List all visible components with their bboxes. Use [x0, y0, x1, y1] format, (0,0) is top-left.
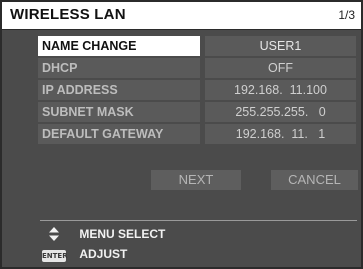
next-button[interactable]: NEXT [151, 170, 241, 190]
setting-label: DHCP [38, 58, 200, 78]
page-indicator: 1/3 [338, 8, 355, 22]
wireless-lan-menu: WIRELESS LAN 1/3 NAME CHANGE USER1 DHCP … [0, 0, 363, 269]
setting-row-name-change[interactable]: NAME CHANGE USER1 [38, 36, 356, 56]
menu-title: WIRELESS LAN [10, 6, 126, 23]
setting-row-default-gateway[interactable]: DEFAULT GATEWAY 192.168. 11. 1 [38, 124, 356, 144]
hint-adjust: ENTER ADJUST [42, 245, 128, 262]
title-bar: WIRELESS LAN 1/3 [2, 2, 361, 30]
hint-menu-select: MENU SELECT [42, 225, 165, 241]
setting-value[interactable]: 255.255.255. 0 [205, 102, 356, 122]
updown-arrows-icon [42, 226, 66, 242]
cancel-button[interactable]: CANCEL [271, 170, 358, 190]
hint-menu-select-label: MENU SELECT [79, 226, 166, 241]
setting-label: SUBNET MASK [38, 102, 200, 122]
setting-value[interactable]: USER1 [205, 36, 356, 56]
setting-row-dhcp[interactable]: DHCP OFF [38, 58, 356, 78]
setting-value[interactable]: 192.168. 11. 1 [205, 124, 356, 144]
setting-value[interactable]: 192.168. 11.100 [205, 80, 356, 100]
setting-row-subnet-mask[interactable]: SUBNET MASK 255.255.255. 0 [38, 102, 356, 122]
divider [40, 220, 357, 221]
setting-label: DEFAULT GATEWAY [38, 124, 200, 144]
setting-label: IP ADDRESS [38, 80, 200, 100]
setting-value[interactable]: OFF [205, 58, 356, 78]
enter-key-icon: ENTER [42, 246, 68, 262]
setting-label: NAME CHANGE [38, 36, 200, 56]
hint-adjust-label: ADJUST [79, 246, 128, 261]
setting-row-ip-address[interactable]: IP ADDRESS 192.168. 11.100 [38, 80, 356, 100]
enter-key-label: ENTER [42, 249, 68, 262]
